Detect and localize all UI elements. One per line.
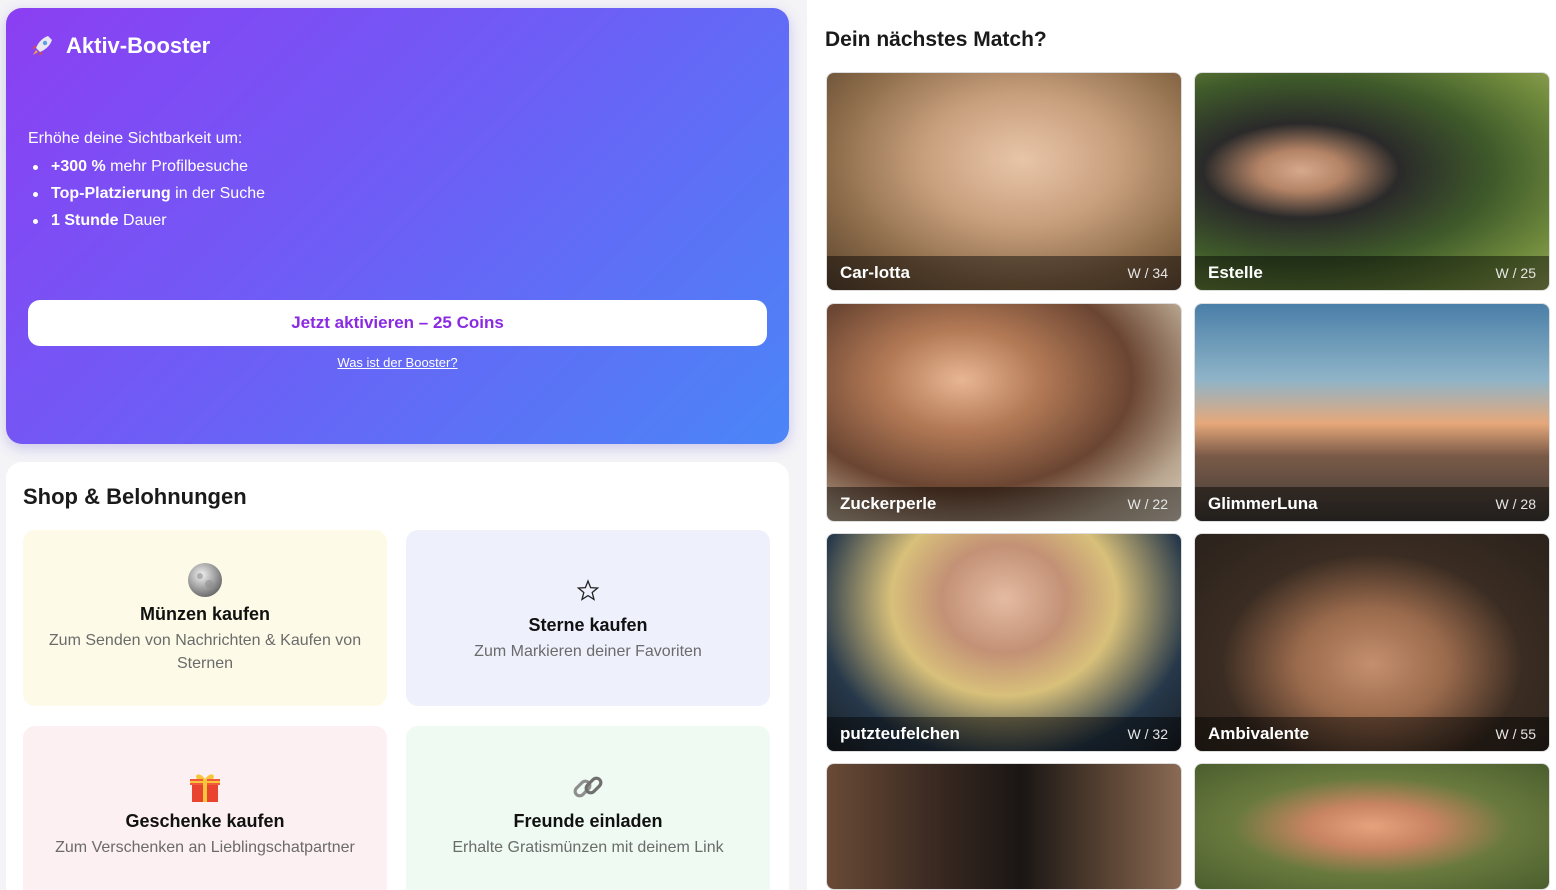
- booster-card: Aktiv-Booster Erhöhe deine Sichtbarkeit …: [6, 8, 789, 444]
- coin-icon: [187, 562, 223, 598]
- profile-card[interactable]: Car-lotta W / 34: [826, 72, 1182, 291]
- profile-meta: W / 55: [1495, 726, 1536, 742]
- shop-section: Shop & Belohnungen Münzen kaufen Zum Sen…: [6, 462, 789, 890]
- gift-icon: [187, 769, 223, 805]
- profile-meta: W / 28: [1495, 496, 1536, 512]
- profile-caption: GlimmerLuna W / 28: [1195, 487, 1549, 521]
- profile-photo: [1195, 764, 1549, 889]
- profile-card[interactable]: Estelle W / 25: [1194, 72, 1550, 291]
- tile-title: Sterne kaufen: [528, 615, 648, 635]
- profile-caption: Ambivalente W / 55: [1195, 717, 1549, 751]
- buy-coins-tile[interactable]: Münzen kaufen Zum Senden von Nachrichten…: [23, 530, 387, 706]
- tile-subtitle: Zum Senden von Nachrichten & Kaufen von …: [48, 631, 362, 672]
- booster-title: Aktiv-Booster: [66, 33, 211, 58]
- profile-card[interactable]: Ambivalente W / 55: [1194, 533, 1550, 752]
- profile-card[interactable]: Zuckerperle W / 22: [826, 303, 1182, 522]
- buy-gifts-tile[interactable]: Geschenke kaufen Zum Verschenken an Lieb…: [23, 726, 387, 890]
- profile-meta: W / 25: [1495, 265, 1536, 281]
- profile-name: putzteufelchen: [840, 724, 960, 743]
- tile-title: Freunde einladen: [513, 811, 663, 831]
- profile-card[interactable]: GlimmerLuna W / 28: [1194, 303, 1550, 522]
- profile-name: Zuckerperle: [840, 494, 937, 513]
- tile-title: Geschenke kaufen: [125, 811, 285, 831]
- profile-name: Car-lotta: [840, 263, 910, 282]
- profile-name: Ambivalente: [1208, 724, 1310, 743]
- profile-name: GlimmerLuna: [1208, 494, 1318, 513]
- benefit-item: +300 % mehr Profilbesuche: [28, 156, 265, 183]
- profile-card[interactable]: [1194, 763, 1550, 890]
- link-icon: [570, 769, 606, 805]
- profile-caption: putzteufelchen W / 32: [827, 717, 1181, 751]
- booster-header: Aktiv-Booster: [28, 32, 210, 60]
- profile-meta: W / 22: [1127, 496, 1168, 512]
- profile-caption: Car-lotta W / 34: [827, 256, 1181, 290]
- profile-photo: [827, 764, 1181, 889]
- profile-meta: W / 34: [1127, 265, 1168, 281]
- benefit-item: Top-Platzierung in der Suche: [28, 183, 265, 210]
- match-panel: Dein nächstes Match? Car-lotta W / 34 Es…: [807, 0, 1556, 890]
- invite-friends-tile[interactable]: Freunde einladen Erhalte Gratismünzen mi…: [406, 726, 770, 890]
- star-icon: [570, 573, 606, 609]
- profile-name: Estelle: [1208, 263, 1263, 282]
- shop-title: Shop & Belohnungen: [23, 484, 247, 509]
- profile-card[interactable]: putzteufelchen W / 32: [826, 533, 1182, 752]
- rocket-icon: [28, 32, 56, 60]
- profile-meta: W / 32: [1127, 726, 1168, 742]
- profile-card[interactable]: [826, 763, 1182, 890]
- booster-benefits: +300 % mehr Profilbesuche Top-Platzierun…: [28, 156, 265, 237]
- tile-title: Münzen kaufen: [139, 603, 270, 624]
- tile-subtitle: Zum Verschenken an Lieblingschatpartner: [55, 839, 355, 856]
- buy-stars-tile[interactable]: Sterne kaufen Zum Markieren deiner Favor…: [406, 530, 770, 706]
- profile-caption: Zuckerperle W / 22: [827, 487, 1181, 521]
- profile-caption: Estelle W / 25: [1195, 256, 1549, 290]
- booster-intro: Erhöhe deine Sichtbarkeit um:: [28, 130, 243, 147]
- benefit-item: 1 Stunde Dauer: [28, 210, 265, 237]
- match-title: Dein nächstes Match?: [825, 28, 1047, 51]
- tile-subtitle: Zum Markieren deiner Favoriten: [474, 643, 702, 660]
- booster-info-link[interactable]: Was ist der Booster?: [6, 355, 789, 370]
- activate-booster-button[interactable]: Jetzt aktivieren – 25 Coins: [28, 300, 767, 346]
- tile-subtitle: Erhalte Gratismünzen mit deinem Link: [452, 839, 724, 856]
